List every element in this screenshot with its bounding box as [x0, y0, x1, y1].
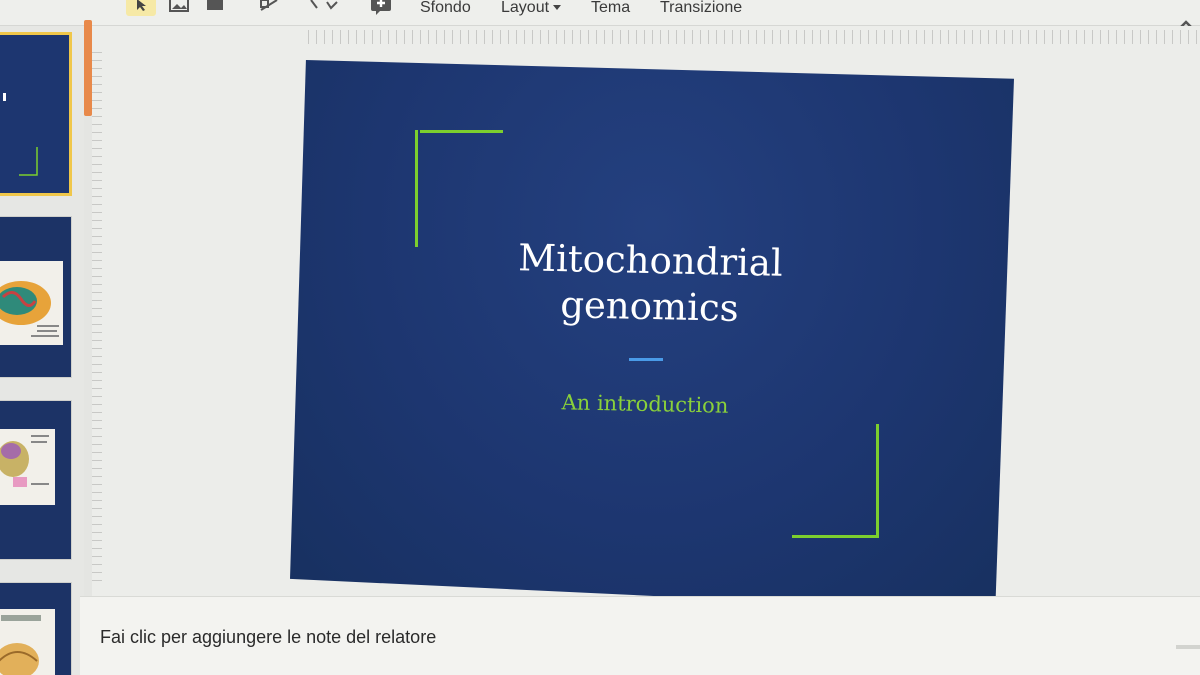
layout-label: Layout	[501, 0, 550, 16]
corner-accent-top-left-vertical	[415, 130, 418, 247]
slide-thumbnail-1[interactable]	[0, 32, 72, 196]
transition-button[interactable]: Transizione	[660, 0, 742, 17]
slide-title[interactable]: Mitochondrial genomics	[479, 234, 821, 333]
corner-accent-bottom-right-vertical	[876, 424, 879, 538]
slide-title-line-2: genomics	[559, 283, 740, 330]
slide-title-line-1: Mitochondrial	[517, 236, 784, 285]
pointer-icon[interactable]	[126, 0, 156, 16]
vertical-ruler	[92, 52, 102, 582]
notes-scrollbar[interactable]	[1176, 645, 1200, 649]
chevron-down-icon	[553, 5, 562, 11]
slide-filmstrip	[0, 26, 84, 675]
filmstrip-scrollbar[interactable]	[84, 20, 92, 116]
horizontal-ruler	[308, 30, 1200, 44]
speaker-notes-panel[interactable]: Fai clic per aggiungere le note del rela…	[80, 596, 1200, 675]
theme-button[interactable]: Tema	[591, 0, 630, 17]
corner-accent-top-left	[420, 130, 503, 133]
add-comment-icon[interactable]	[368, 0, 394, 16]
slide-thumbnail-3[interactable]	[0, 400, 72, 560]
speaker-notes-placeholder[interactable]: Fai clic per aggiungere le note del rela…	[100, 627, 436, 648]
slide-thumbnail-4[interactable]	[0, 582, 72, 675]
corner-accent-bottom-right	[792, 535, 878, 538]
background-button[interactable]: Sfondo	[420, 0, 471, 17]
line-icon[interactable]	[256, 0, 282, 16]
layout-button[interactable]: Layout	[501, 0, 562, 17]
toolbar: Sfondo Layout Tema Transizione	[0, 0, 1200, 30]
scribble-icon[interactable]	[306, 0, 342, 16]
image-icon[interactable]	[166, 0, 192, 16]
title-divider	[629, 358, 663, 361]
shape-icon[interactable]	[202, 0, 228, 16]
slide-thumbnail-2[interactable]	[0, 216, 72, 378]
slide-1[interactable]	[290, 60, 1014, 612]
